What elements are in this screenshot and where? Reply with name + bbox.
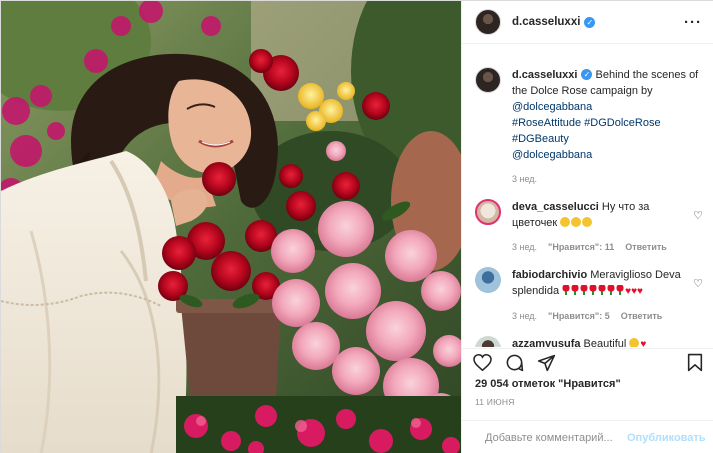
comment: azzamyusufa Beautiful ♥ ♡ (475, 336, 703, 347)
verified-badge-icon: ✓ (581, 69, 593, 80)
caption-username[interactable]: d.casseluxxi (512, 69, 577, 81)
caption-text: d.casseluxxi ✓ Behind the scenes of the D… (512, 67, 703, 163)
commenter-username[interactable]: azzamyusufa (512, 338, 580, 347)
reply-button[interactable]: Ответить (621, 308, 663, 324)
owner-avatar[interactable] (475, 9, 501, 35)
heart-eyes-emoji-icon (560, 217, 593, 229)
commenter-avatar[interactable] (475, 199, 501, 225)
comment-like-heart-icon[interactable]: ♡ (689, 346, 703, 347)
commenter-avatar[interactable] (475, 267, 501, 293)
comment-like-heart-icon[interactable]: ♡ (689, 209, 703, 222)
post-date[interactable]: 11 ИЮНЯ (475, 397, 515, 407)
comment-time[interactable]: 3 нед. (512, 239, 537, 255)
caption-hashtags[interactable]: #RoseAttitude #DGDolceRose (512, 117, 661, 129)
caption-time[interactable]: 3 нед. (512, 171, 537, 187)
more-dots-icon[interactable]: ··· (684, 14, 702, 31)
caption-hashtag[interactable]: #DGBeauty (512, 133, 569, 145)
caption-avatar[interactable] (475, 67, 501, 93)
add-comment-bar: Опубликовать (462, 420, 713, 453)
share-paper-plane-icon[interactable] (537, 354, 556, 372)
comment-text: Beautiful (583, 338, 627, 347)
post-photo-image (1, 1, 461, 453)
comment-likes[interactable]: "Нравится": 11 (548, 239, 614, 255)
comment-meta: 3 нед. "Нравится": 5 Ответить (512, 308, 689, 324)
likes-count[interactable]: 29 054 отметок "Нравится" (475, 378, 621, 390)
bookmark-icon[interactable] (687, 353, 703, 372)
owner-username[interactable]: d.casseluxxi (512, 16, 580, 28)
red-heart-emoji-icon: ♥♥♥ (625, 286, 643, 297)
commenter-avatar[interactable] (475, 336, 501, 347)
verified-badge-icon: ✓ (584, 16, 596, 28)
comment-icon[interactable] (505, 353, 524, 372)
heart-outline-icon[interactable] (473, 354, 492, 371)
comment-like-heart-icon[interactable]: ♡ (689, 277, 703, 290)
post-side-panel: d.casseluxxi ✓ ··· d.casseluxxi ✓ Behind … (461, 1, 713, 453)
comment-meta: 3 нед. "Нравится": 11 Ответить (512, 239, 689, 255)
comment-time[interactable]: 3 нед. (512, 308, 537, 324)
caption-mention-2[interactable]: @dolcegabbana (512, 149, 592, 161)
comments-list[interactable]: d.casseluxxi ✓ Behind the scenes of the D… (462, 57, 713, 347)
red-heart-emoji-icon: ♥ (640, 339, 647, 347)
caption-mention[interactable]: @dolcegabbana (512, 101, 592, 113)
heart-eyes-emoji-icon (629, 338, 640, 347)
comment: deva_casselucci Ну что за цветочек 3 нед… (475, 199, 703, 255)
commenter-username[interactable]: deva_casselucci (512, 201, 599, 213)
post-header: d.casseluxxi ✓ ··· (462, 1, 713, 44)
rose-emoji-icon (562, 285, 625, 297)
action-bar (462, 348, 713, 376)
post-photo[interactable] (1, 1, 461, 453)
publish-comment-button[interactable]: Опубликовать (627, 432, 706, 444)
caption-meta: 3 нед. (512, 171, 703, 187)
reply-button[interactable]: Ответить (625, 239, 667, 255)
commenter-username[interactable]: fabiodarchivio (512, 269, 587, 281)
instagram-post: d.casseluxxi ✓ ··· d.casseluxxi ✓ Behind … (0, 0, 713, 453)
comment-likes[interactable]: "Нравится": 5 (548, 308, 610, 324)
caption: d.casseluxxi ✓ Behind the scenes of the D… (475, 67, 703, 187)
comment: fabiodarchivio Meraviglioso Deva splendi… (475, 267, 703, 324)
add-comment-input[interactable] (485, 431, 627, 444)
